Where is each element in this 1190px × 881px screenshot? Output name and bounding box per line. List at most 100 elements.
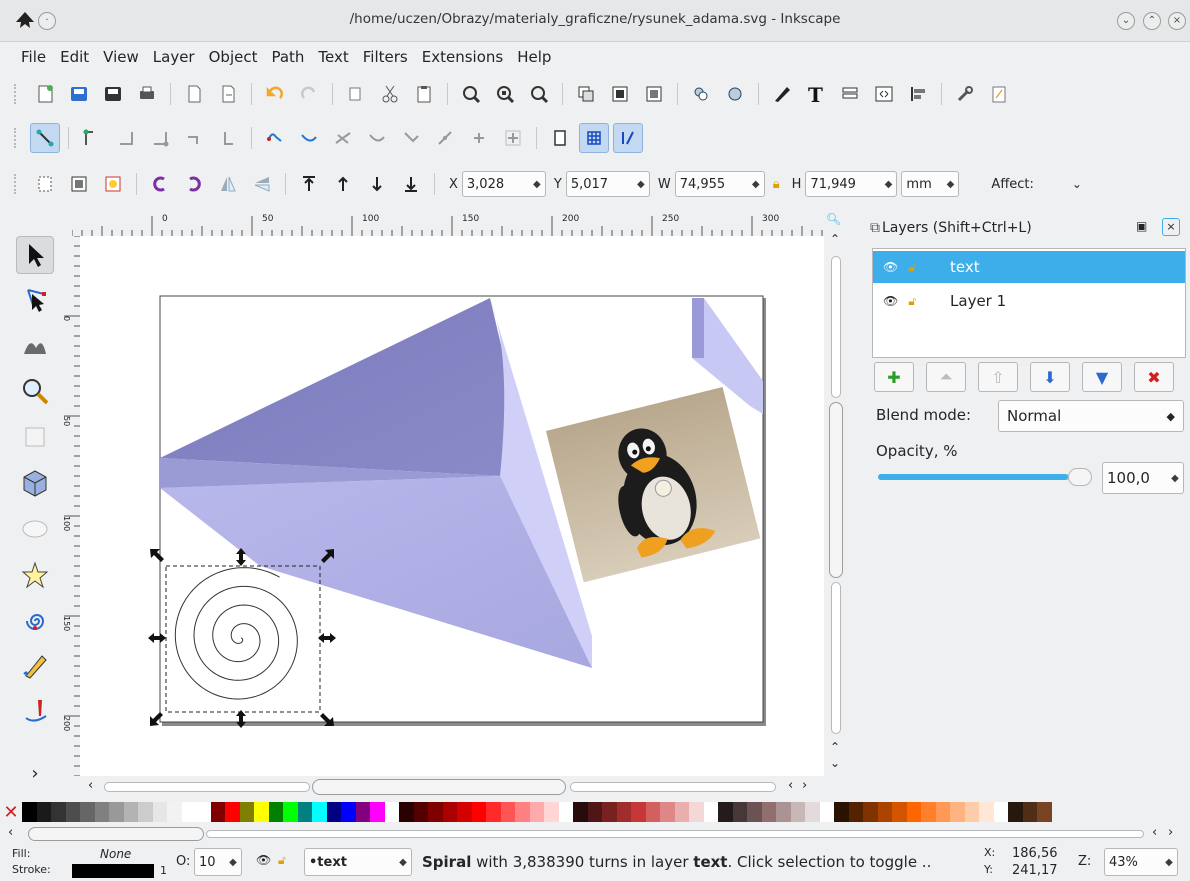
scroll-down-icon[interactable]: ⌃ (830, 740, 840, 754)
spin-arrows-icon[interactable]: ◆ (633, 179, 649, 190)
color-swatch[interactable] (384, 802, 399, 822)
snap-guide-icon[interactable] (613, 123, 643, 153)
layer-row-text[interactable]: 👁︎ 🔓︎ text (873, 251, 1185, 283)
minimize-icon[interactable]: ⌄ (1117, 12, 1135, 30)
color-swatch[interactable] (689, 802, 704, 822)
color-swatch[interactable] (65, 802, 80, 822)
duplicate-icon[interactable] (571, 79, 601, 109)
color-swatch[interactable] (471, 802, 486, 822)
maximize-icon[interactable]: ⌃ (1143, 12, 1161, 30)
color-swatch[interactable] (776, 802, 791, 822)
color-swatch[interactable] (355, 802, 370, 822)
more-tools-chevron-icon[interactable]: › (16, 754, 54, 792)
color-swatch[interactable] (80, 802, 95, 822)
color-swatch[interactable] (993, 802, 1008, 822)
opacity-input[interactable]: 100,0 ◆ (1102, 462, 1184, 494)
snap-page-border-icon[interactable] (545, 123, 575, 153)
color-swatch[interactable] (703, 802, 718, 822)
color-swatch[interactable] (370, 802, 385, 822)
color-swatch[interactable] (674, 802, 689, 822)
hscroll-thumb[interactable] (312, 779, 566, 795)
menu-edit[interactable]: Edit (53, 48, 96, 66)
layer-row-layer1[interactable]: 👁︎ 🔓︎ Layer 1 (873, 285, 1185, 317)
color-swatch[interactable] (196, 802, 211, 822)
menu-help[interactable]: Help (510, 48, 558, 66)
toolbar-grip[interactable] (14, 84, 20, 104)
color-swatch[interactable] (1037, 802, 1052, 822)
blend-mode-select[interactable]: Normal ◆ (998, 400, 1184, 432)
cut-icon[interactable] (375, 79, 405, 109)
selector-tool-icon[interactable] (16, 236, 54, 274)
align-distribute-icon[interactable] (903, 79, 933, 109)
color-swatch[interactable] (848, 802, 863, 822)
color-swatch[interactable] (51, 802, 66, 822)
zoom-corner-icon[interactable]: 🔍︎ (826, 212, 841, 226)
zoom-page-icon[interactable] (524, 79, 554, 109)
lower-layer-bottom-button[interactable]: ▼ (1082, 362, 1122, 392)
color-swatch[interactable] (921, 802, 936, 822)
tweak-tool-icon[interactable] (16, 326, 54, 364)
color-swatch[interactable] (428, 802, 443, 822)
color-swatch[interactable] (326, 802, 341, 822)
select-all-icon[interactable] (30, 169, 60, 199)
snap-bbox-midpoint-icon[interactable] (179, 123, 209, 153)
color-swatch[interactable] (660, 802, 675, 822)
palette-scrollbar[interactable]: ‹ ‹ › (0, 824, 1190, 844)
object-opacity-input[interactable]: 10 ◆ (194, 848, 242, 876)
color-swatch[interactable] (805, 802, 820, 822)
document-properties-icon[interactable] (984, 79, 1014, 109)
preferences-icon[interactable] (950, 79, 980, 109)
chevron-down-icon[interactable]: ⌄ (1072, 177, 1082, 191)
zoom-selection-icon[interactable] (456, 79, 486, 109)
color-swatch[interactable] (210, 802, 225, 822)
fill-value[interactable]: None (100, 847, 131, 861)
color-swatch[interactable] (297, 802, 312, 822)
color-swatch[interactable] (442, 802, 457, 822)
snap-grid-icon[interactable] (579, 123, 609, 153)
color-swatch[interactable] (515, 802, 530, 822)
menu-object[interactable]: Object (202, 48, 265, 66)
scroll-right-icon[interactable]: › (802, 778, 807, 793)
deselect-icon[interactable] (98, 169, 128, 199)
dock-close-icon[interactable]: × (1162, 218, 1180, 236)
color-swatch[interactable] (22, 802, 37, 822)
color-swatch[interactable] (283, 802, 298, 822)
color-swatch[interactable] (457, 802, 472, 822)
color-swatch[interactable] (341, 802, 356, 822)
color-swatch[interactable] (225, 802, 240, 822)
color-swatch[interactable] (906, 802, 921, 822)
layer-lock-icon[interactable]: 🔓︎ (278, 853, 286, 868)
color-swatch[interactable] (486, 802, 501, 822)
color-swatch[interactable] (819, 802, 834, 822)
drawing-canvas[interactable] (80, 236, 824, 776)
zoom-tool-icon[interactable] (16, 372, 54, 410)
copy-icon[interactable] (341, 79, 371, 109)
import-icon[interactable] (179, 79, 209, 109)
scroll-up-icon[interactable]: ⌃ (830, 232, 840, 246)
layer-visibility-icon[interactable]: 👁︎ (256, 853, 271, 867)
color-swatch[interactable] (529, 802, 544, 822)
color-swatch[interactable] (413, 802, 428, 822)
lock-ratio-icon[interactable]: 🔒︎ (773, 177, 780, 192)
snap-midpoint-icon[interactable] (430, 123, 460, 153)
unlink-clone-icon[interactable] (639, 79, 669, 109)
spin-arrows-icon[interactable]: ◆ (748, 179, 764, 190)
color-swatch[interactable] (500, 802, 515, 822)
color-swatch[interactable] (761, 802, 776, 822)
zoom-input[interactable]: 43% ◆ (1104, 848, 1178, 876)
snap-nodes-icon[interactable] (260, 123, 290, 153)
export-icon[interactable] (213, 79, 243, 109)
stroke-width-value[interactable]: 1 (160, 864, 167, 877)
snap-bbox-center-icon[interactable] (213, 123, 243, 153)
snap-paths-icon[interactable] (294, 123, 324, 153)
spin-arrows-icon[interactable]: ◆ (880, 179, 896, 190)
color-swatch[interactable] (558, 802, 573, 822)
color-swatch[interactable] (732, 802, 747, 822)
scroll-right-icon[interactable]: › (1168, 825, 1173, 840)
paste-icon[interactable] (409, 79, 439, 109)
unit-select[interactable]: mm ◆ (901, 171, 960, 197)
color-swatch[interactable] (167, 802, 182, 822)
zoom-drawing-icon[interactable] (490, 79, 520, 109)
lower-layer-button[interactable]: ⬇ (1030, 362, 1070, 392)
node-tool-icon[interactable] (16, 280, 54, 318)
